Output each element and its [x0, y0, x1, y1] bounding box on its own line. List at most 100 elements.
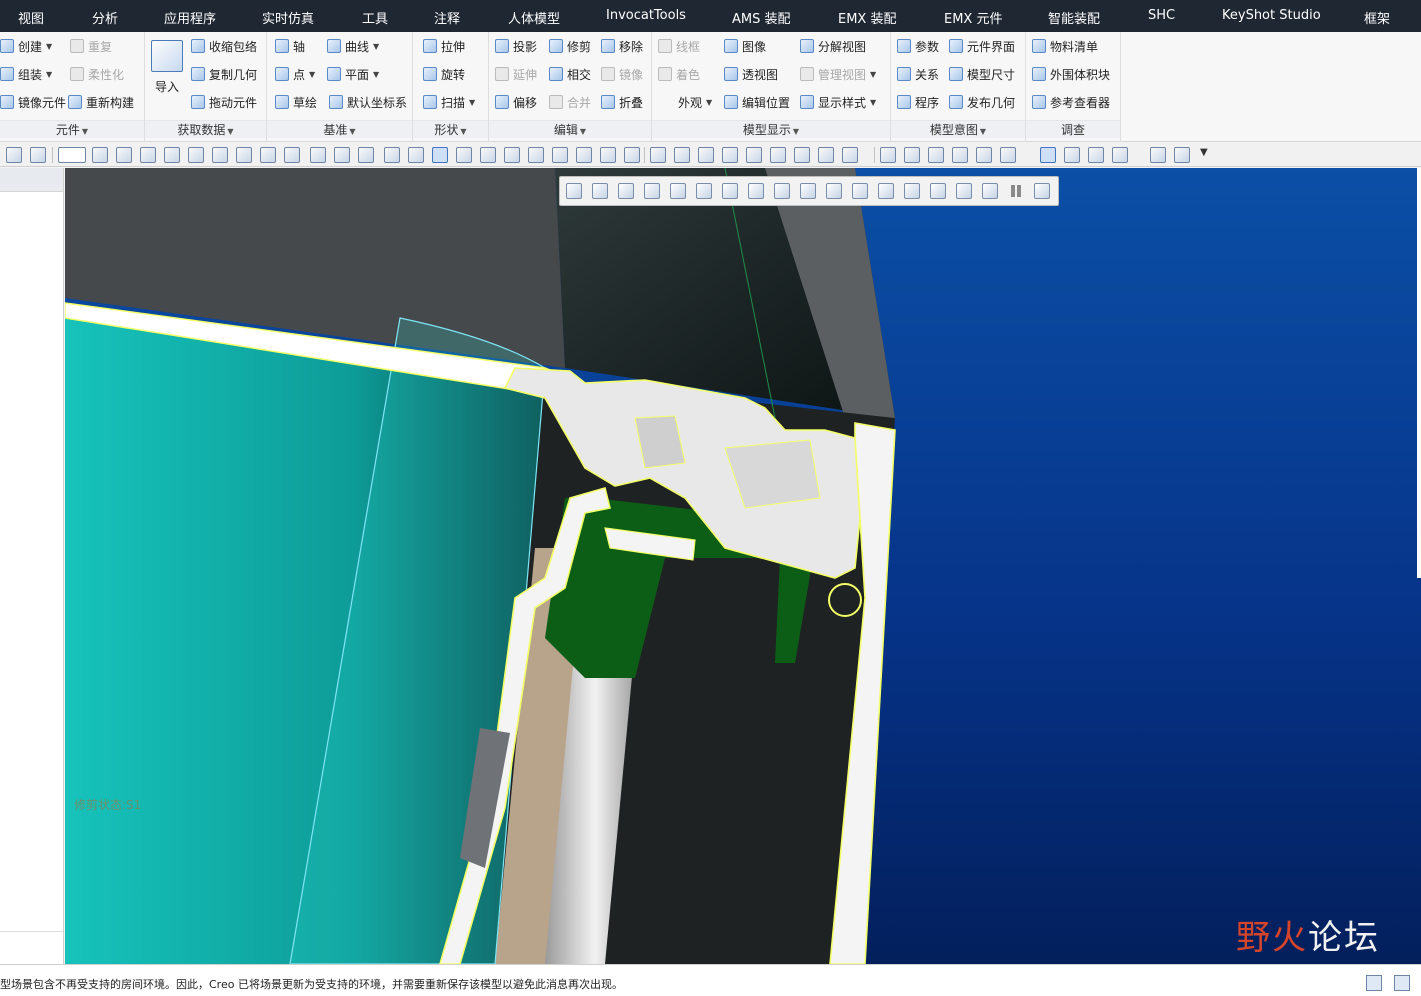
regenerate-view-icon[interactable] [1034, 183, 1050, 199]
sweep-button[interactable]: 扫描 ▼ [423, 92, 475, 112]
point-button[interactable]: 点 ▼ [275, 64, 315, 84]
rotate-view-icon[interactable] [1000, 147, 1016, 163]
sketch-display-icon[interactable] [188, 147, 204, 163]
camera-icon[interactable] [1064, 147, 1080, 163]
revolve-tool-icon[interactable] [650, 147, 666, 163]
model-dimensions-button[interactable]: 模型尺寸 [949, 64, 1015, 84]
shading-edges-icon[interactable] [456, 147, 472, 163]
envelope-volume-button[interactable]: 外围体积块 [1032, 64, 1110, 84]
curve-toggle-icon[interactable] [624, 147, 640, 163]
shrinkwrap-button[interactable]: 收缩包络 [191, 36, 257, 56]
layers-icon[interactable] [1040, 147, 1056, 163]
parameters-button[interactable]: 参数 [897, 36, 939, 56]
shaded-view-icon[interactable] [774, 183, 790, 199]
mirror-button[interactable]: 镜像 [601, 64, 643, 84]
model-tree-panel[interactable] [0, 168, 64, 964]
extend-button[interactable]: 延伸 [495, 64, 537, 84]
point-tag-display-icon[interactable] [878, 183, 894, 199]
point-toggle-icon[interactable] [576, 147, 592, 163]
comment-tool-icon[interactable] [842, 147, 858, 163]
relations-button[interactable]: 关系 [897, 64, 939, 84]
pause-icon[interactable] [1008, 183, 1024, 199]
tab-applications[interactable]: 应用程序 [164, 8, 216, 27]
warning-display-icon[interactable] [982, 183, 998, 199]
plane-button[interactable]: 平面 ▼ [327, 64, 379, 84]
shading-reflections-icon[interactable] [480, 147, 496, 163]
dimension-icon[interactable] [904, 147, 920, 163]
create-button[interactable]: 创建 ▼ [0, 36, 52, 56]
split-tool-icon[interactable] [794, 147, 810, 163]
datum-target-icon[interactable] [976, 147, 992, 163]
group-title-edit[interactable]: 编辑 ▼ [489, 120, 651, 138]
drag-components-button[interactable]: 拖动元件 [191, 92, 257, 112]
tab-emx-component[interactable]: EMX 元件 [944, 8, 1002, 27]
zoom-in-icon[interactable] [592, 183, 608, 199]
hidden-line-icon[interactable] [408, 147, 424, 163]
repeat-button[interactable]: 重复 [70, 36, 112, 56]
merge-button[interactable]: 合并 [549, 92, 591, 112]
remove-button[interactable]: 移除 [601, 36, 643, 56]
tab-shc[interactable]: SHC [1148, 8, 1175, 23]
plane-display-icon[interactable] [800, 183, 816, 199]
hide-icon[interactable] [334, 147, 350, 163]
wireframe-button[interactable]: 线框 [658, 36, 700, 56]
csys-toggle-icon[interactable] [528, 147, 544, 163]
view-manager-icon[interactable] [722, 183, 738, 199]
import-button[interactable]: 导入 [147, 40, 187, 95]
regenerate-button[interactable]: 重新构建 [68, 92, 134, 112]
perspective-button[interactable]: 透视图 [724, 64, 778, 84]
trim-button[interactable]: 修剪 [549, 36, 591, 56]
spring-tool-icon[interactable] [698, 147, 714, 163]
manage-views-button[interactable]: 管理视图 ▼ [800, 64, 876, 84]
spin-center-icon[interactable] [670, 183, 686, 199]
tab-view[interactable]: 视图 [18, 8, 44, 27]
zoom-out-icon[interactable] [618, 183, 634, 199]
group-title-datum[interactable]: 基准 ▼ [267, 120, 412, 138]
datum-point-display-icon[interactable] [140, 147, 156, 163]
spline-tool-icon[interactable] [674, 147, 690, 163]
reference-viewer-button[interactable]: 参考查看器 [1032, 92, 1110, 112]
spin-display-icon[interactable] [956, 183, 972, 199]
curve-display-icon[interactable] [116, 147, 132, 163]
extrude-button[interactable]: 拉伸 [423, 36, 465, 56]
sketch-button[interactable]: 草绘 [275, 92, 317, 112]
assemble-button[interactable]: 组装 ▼ [0, 64, 52, 84]
tab-tools[interactable]: 工具 [362, 8, 388, 27]
publish-geometry-button[interactable]: 发布几何 [949, 92, 1015, 112]
close-window-icon[interactable] [1150, 147, 1166, 163]
intersect-button[interactable]: 相交 [549, 64, 591, 84]
axis-button[interactable]: 轴 [275, 36, 305, 56]
offset-button[interactable]: 偏移 [495, 92, 537, 112]
csys-display-view-icon[interactable] [904, 183, 920, 199]
axis-display-icon[interactable] [826, 183, 842, 199]
note-icon[interactable] [952, 147, 968, 163]
copy-geometry-button[interactable]: 复制几何 [191, 64, 257, 84]
axis-toggle-icon[interactable] [600, 147, 616, 163]
repaint-icon[interactable] [644, 183, 660, 199]
program-button[interactable]: 程序 [897, 92, 939, 112]
group-title-get-data[interactable]: 获取数据 ▼ [145, 120, 266, 138]
bill-of-materials-button[interactable]: 物料清单 [1032, 36, 1098, 56]
clipboard-icon[interactable] [284, 147, 300, 163]
section-tool-icon[interactable] [722, 147, 738, 163]
paste-special-icon[interactable] [260, 147, 276, 163]
align-icon[interactable] [880, 147, 896, 163]
tab-realtime-simulation[interactable]: 实时仿真 [262, 8, 314, 27]
tab-smart-assembly[interactable]: 智能装配 [1048, 8, 1100, 27]
tab-human-model[interactable]: 人体模型 [508, 8, 560, 27]
angle-dimension-icon[interactable] [928, 147, 944, 163]
graphics-viewport[interactable]: 修剪状态:S1 [65, 168, 1421, 964]
more-tools-chevron-icon[interactable]: ▼ [1200, 147, 1208, 158]
status-filter-icon[interactable] [1366, 975, 1382, 991]
window-icon[interactable] [1112, 147, 1128, 163]
select-parts-icon[interactable] [6, 147, 22, 163]
status-select-icon[interactable] [1394, 975, 1410, 991]
tab-frame[interactable]: 框架 [1364, 8, 1390, 27]
fold-button[interactable]: 折叠 [601, 92, 643, 112]
paste-icon[interactable] [236, 147, 252, 163]
no-hidden-icon[interactable] [92, 147, 108, 163]
wireframe-view-icon[interactable] [384, 147, 400, 163]
flexibility-button[interactable]: 柔性化 [70, 64, 124, 84]
group-title-shapes[interactable]: 形状 ▼ [413, 120, 488, 138]
group-title-components[interactable]: 元件 ▼ [0, 120, 144, 138]
